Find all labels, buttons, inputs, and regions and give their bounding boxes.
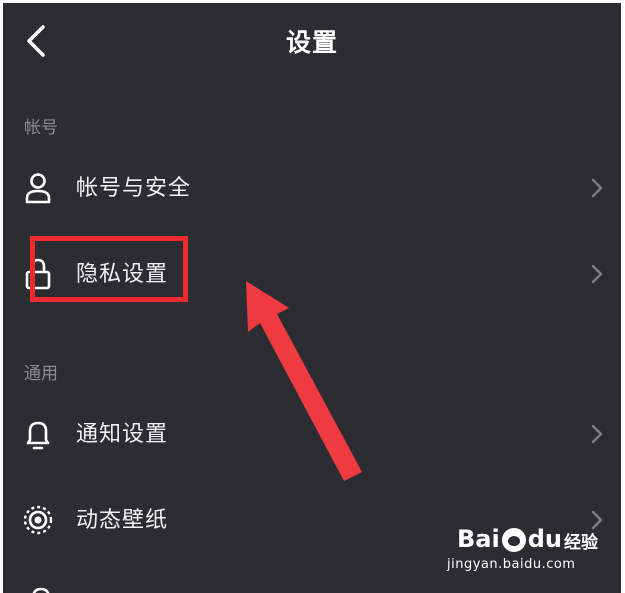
next-item-icon-partial [31, 583, 51, 593]
bell-icon [21, 415, 55, 453]
section-label-account: 帐号 [24, 118, 58, 138]
baidu-paw-icon [501, 528, 526, 552]
settings-item-label: 动态壁纸 [76, 508, 169, 533]
page-title: 设置 [285, 28, 338, 57]
baidu-jingyan-watermark: Bai du 经验 jingyan.baidu.com [447, 521, 598, 581]
settings-screen: 设置 帐号 帐号与安全 隐私设置 通用 通知设置 动态壁纸 Bai du 经验 … [3, 3, 621, 593]
settings-item-label: 通知设置 [76, 422, 169, 447]
watermark-logo: Bai du 经验 [457, 525, 598, 553]
highlight-box [30, 236, 188, 302]
chevron-right-icon [589, 261, 605, 287]
chevron-right-icon [589, 421, 605, 447]
user-icon [21, 169, 55, 207]
live-wallpaper-icon [21, 501, 55, 539]
settings-item-label: 帐号与安全 [76, 176, 192, 201]
section-label-general: 通用 [24, 364, 58, 384]
watermark-url: jingyan.baidu.com [447, 557, 576, 572]
settings-item-notifications[interactable]: 通知设置 [3, 391, 621, 477]
chevron-right-icon [589, 175, 605, 201]
settings-item-account-security[interactable]: 帐号与安全 [3, 145, 621, 231]
header: 设置 [3, 3, 621, 79]
